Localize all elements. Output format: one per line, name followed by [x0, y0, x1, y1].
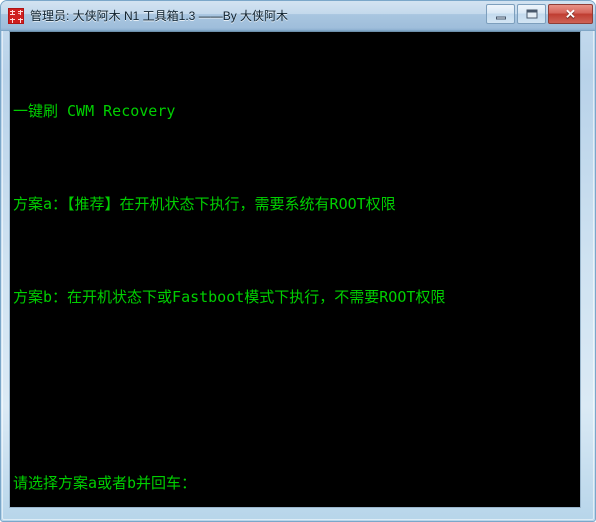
close-button[interactable]: ✕ [548, 4, 593, 24]
console-client-area[interactable]: 一键刷 CWM Recovery 方案a：【推荐】在开机状态下执行，需要系统有R… [9, 31, 581, 508]
app-icon[interactable] [8, 7, 24, 24]
maximize-icon [526, 9, 537, 19]
title-bar[interactable]: 管理员: 大侠阿木 N1 工具箱1.3 ——By 大侠阿木 ✕ [1, 1, 595, 31]
maximize-button[interactable] [517, 4, 546, 24]
window-title: 管理员: 大侠阿木 N1 工具箱1.3 ——By 大侠阿木 [30, 8, 289, 23]
minimize-icon [495, 16, 506, 20]
console-line: 一键刷 CWM Recovery [13, 102, 176, 120]
close-icon: ✕ [565, 6, 576, 22]
console-output[interactable]: 一键刷 CWM Recovery 方案a：【推荐】在开机状态下执行，需要系统有R… [10, 32, 580, 507]
console-line: 方案b：在开机状态下或Fastboot模式下执行，不需要ROOT权限 [13, 288, 446, 306]
application-window: 管理员: 大侠阿木 N1 工具箱1.3 ——By 大侠阿木 ✕ 一键刷 CWM … [0, 0, 596, 522]
window-controls: ✕ [486, 4, 593, 24]
console-line: 请选择方案a或者b并回车： [13, 474, 197, 492]
console-line: 方案a：【推荐】在开机状态下执行，需要系统有ROOT权限 [13, 195, 396, 213]
minimize-button[interactable] [486, 4, 515, 24]
